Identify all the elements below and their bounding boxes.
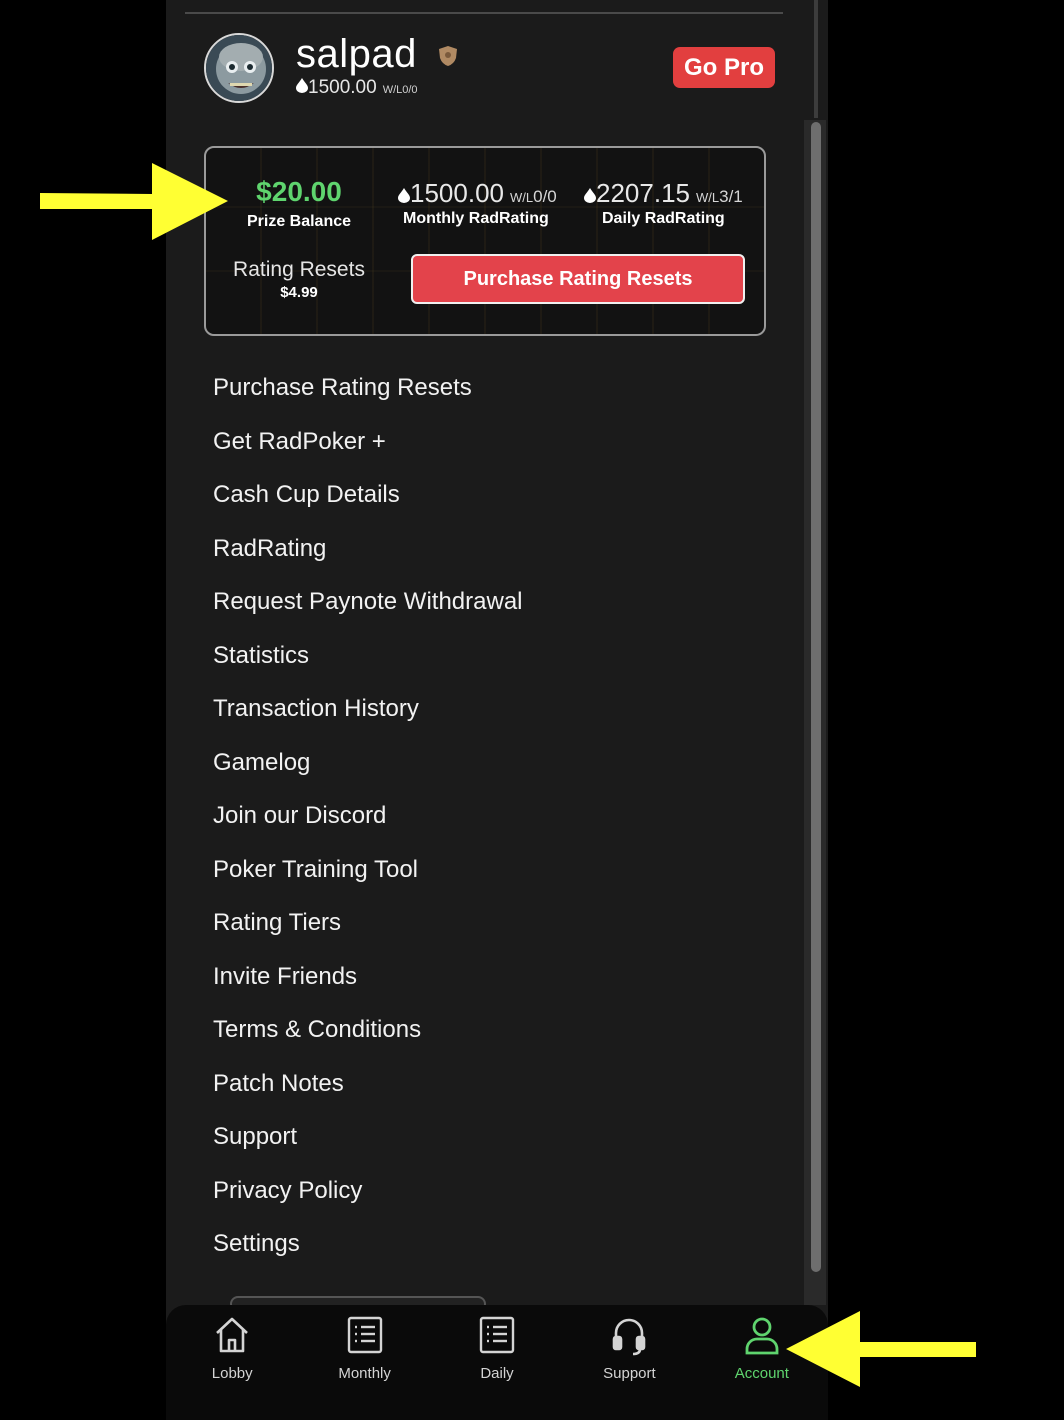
menu-item-settings[interactable]: Settings [213,1217,523,1271]
prize-balance-label: Prize Balance [246,213,352,230]
menu-item-patch-notes[interactable]: Patch Notes [213,1057,523,1111]
menu-item-request-paynote-withdrawal[interactable]: Request Paynote Withdrawal [213,575,523,629]
avatar[interactable] [204,33,274,103]
nav-label-monthly: Monthly [338,1365,391,1382]
annotation-arrow-right-icon [40,163,228,240]
nav-label-daily: Daily [480,1365,514,1382]
nav-lobby[interactable]: Lobby [166,1305,298,1420]
account-menu: Purchase Rating Resets Get RadPoker + Ca… [213,361,523,1271]
spade-drop-icon [398,188,410,203]
menu-item-join-discord[interactable]: Join our Discord [213,789,523,843]
top-divider [185,12,783,14]
daily-wl-value: 3/1 [719,187,743,206]
menu-item-invite-friends[interactable]: Invite Friends [213,950,523,1004]
menu-item-radrating[interactable]: RadRating [213,522,523,576]
daily-wl-prefix: W/L [695,190,720,205]
rating-resets-label: Rating Resets [233,258,365,281]
menu-item-transaction-history[interactable]: Transaction History [213,682,523,736]
daily-rating-label: Daily RadRating [602,210,725,227]
menu-item-rating-tiers[interactable]: Rating Tiers [213,896,523,950]
spade-drop-icon [584,188,596,203]
nav-support[interactable]: Support [563,1305,695,1420]
menu-item-support[interactable]: Support [213,1110,523,1164]
user-wl: W/L0/0 [382,84,418,96]
monthly-wl-prefix: W/L [509,190,534,205]
menu-item-cash-cup-details[interactable]: Cash Cup Details [213,468,523,522]
shield-badge-icon [439,46,457,66]
monthly-rating-label: Monthly RadRating [403,210,549,227]
menu-item-get-radpoker-plus[interactable]: Get RadPoker + [213,415,523,469]
spade-drop-icon [296,78,308,93]
stats-card: $20.00 Prize Balance 1500.00 W/L0/0 Month… [204,146,766,336]
list-icon [347,1316,382,1354]
nav-monthly[interactable]: Monthly [298,1305,430,1420]
daily-wl: W/L3/1 [695,187,743,206]
annotation-arrow-left-icon [786,1311,976,1387]
monthly-wl-value: 0/0 [533,187,557,206]
user-rating: 1500.00 W/L0/0 [296,77,418,99]
nav-daily[interactable]: Daily [431,1305,563,1420]
menu-item-poker-training-tool[interactable]: Poker Training Tool [213,843,523,897]
nav-label-lobby: Lobby [211,1365,253,1382]
user-rating-value: 1500.00 [308,77,377,98]
scrollbar-thumb[interactable] [811,122,821,1272]
monthly-rating-value: 1500.00 [410,178,504,208]
menu-item-privacy-policy[interactable]: Privacy Policy [213,1164,523,1218]
daily-rating-value: 2207.15 [596,178,690,208]
rating-resets-price: $4.99 [280,284,318,301]
menu-item-gamelog[interactable]: Gamelog [213,736,523,790]
daily-rating: 2207.15 W/L3/1 [584,178,743,209]
user-icon [745,1317,779,1355]
menu-item-purchase-rating-resets[interactable]: Purchase Rating Resets [213,361,523,415]
monthly-rating: 1500.00 W/L0/0 [398,178,557,209]
menu-item-terms-conditions[interactable]: Terms & Conditions [213,1003,523,1057]
username: salpad [296,32,417,76]
account-panel: salpad 1500.00 W/L0/0 Go Pro $20.00 Priz… [166,0,828,1420]
purchase-rating-resets-button[interactable]: Purchase Rating Resets [411,254,745,304]
headset-icon [613,1318,646,1356]
top-scrollbar[interactable] [814,0,818,118]
nav-label-support: Support [603,1365,656,1382]
bottom-nav: Lobby Monthly Daily Support Account [166,1305,828,1420]
prize-balance-value: $20.00 [256,176,342,207]
monthly-wl: W/L0/0 [509,187,557,206]
home-icon [216,1317,249,1353]
menu-item-statistics[interactable]: Statistics [213,629,523,683]
list-icon [479,1316,515,1354]
go-pro-button[interactable]: Go Pro [673,47,775,88]
